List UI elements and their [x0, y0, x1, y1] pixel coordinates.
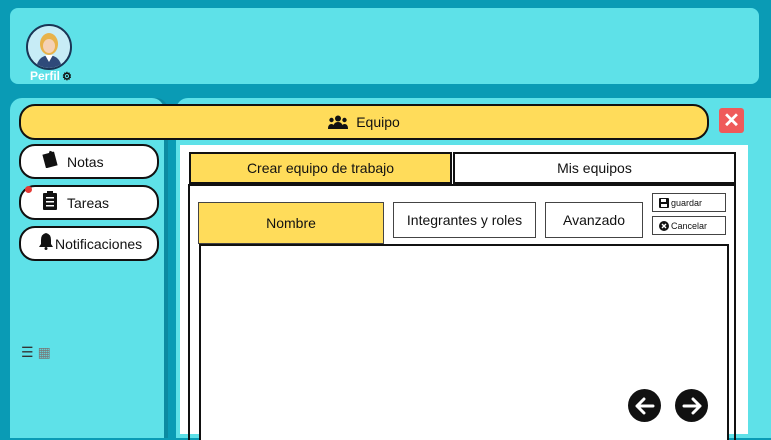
- sidebar-item-tareas[interactable]: Tareas: [19, 185, 159, 220]
- tab-label: Crear equipo de trabajo: [246, 160, 395, 176]
- sidebar-item-notificaciones[interactable]: Notificaciones: [19, 226, 159, 261]
- save-button[interactable]: guardar: [652, 193, 726, 212]
- team-icon: [328, 115, 349, 129]
- section-header: Equipo: [19, 104, 709, 140]
- cancel-icon: [659, 220, 669, 231]
- arrow-right-icon: [682, 397, 701, 414]
- sidebar-item-notas[interactable]: Notas: [19, 144, 159, 179]
- close-icon: ✕: [723, 110, 740, 132]
- subtab-advanced[interactable]: Avanzado: [545, 202, 643, 238]
- notification-dot: [25, 186, 32, 193]
- sidebar-item-label: Tareas: [67, 194, 110, 211]
- gear-icon[interactable]: ⚙: [62, 70, 72, 83]
- subtab-label: Integrantes y roles: [406, 212, 523, 228]
- save-label: guardar: [671, 197, 703, 208]
- tab-create-team[interactable]: Crear equipo de trabajo: [189, 152, 452, 184]
- sidebar-item-label: Notas: [67, 153, 104, 170]
- view-toggle: ☰ ▦: [21, 344, 51, 361]
- avatar-icon: [28, 26, 70, 68]
- header-title: Equipo: [356, 114, 400, 130]
- subtab-label: Avanzado: [562, 212, 625, 228]
- profile-link[interactable]: Perfil ⚙: [30, 69, 72, 83]
- arrow-left-icon: [635, 397, 654, 414]
- notes-icon: [41, 150, 59, 173]
- next-button[interactable]: [675, 389, 708, 422]
- subtab-label: Nombre: [266, 215, 316, 231]
- previous-button[interactable]: [628, 389, 661, 422]
- subtab-members-roles[interactable]: Integrantes y roles: [393, 202, 536, 238]
- clipboard-icon: [41, 190, 59, 215]
- subtab-name[interactable]: Nombre: [198, 202, 384, 244]
- bell-icon: [37, 232, 55, 255]
- tab-my-teams[interactable]: Mis equipos: [453, 152, 736, 184]
- grid-view-icon[interactable]: ▦: [38, 344, 51, 361]
- cancel-button[interactable]: Cancelar: [652, 216, 726, 235]
- tab-label: Mis equipos: [557, 160, 632, 176]
- list-view-icon[interactable]: ☰: [21, 344, 34, 361]
- sidebar-item-label: Notificaciones: [55, 235, 143, 252]
- top-panel: Perfil ⚙: [10, 8, 759, 84]
- close-button[interactable]: ✕: [719, 108, 744, 133]
- cancel-label: Cancelar: [671, 220, 708, 231]
- profile-label[interactable]: Perfil: [30, 69, 60, 83]
- save-icon: [659, 197, 669, 208]
- profile-avatar[interactable]: [26, 24, 72, 70]
